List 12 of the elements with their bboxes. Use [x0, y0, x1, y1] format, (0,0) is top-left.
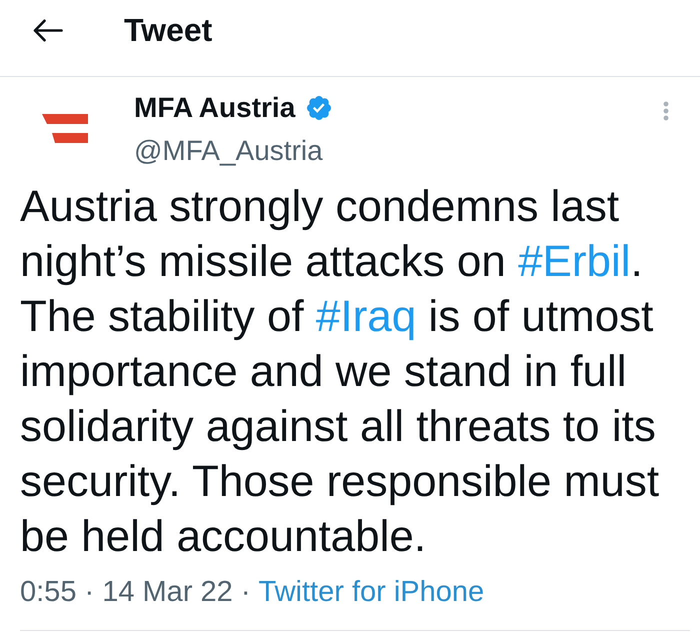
back-button[interactable]: [33, 18, 63, 42]
author-handle: @MFA_Austria: [134, 134, 324, 168]
source-link[interactable]: Twitter for iPhone: [258, 574, 484, 610]
hashtag-link[interactable]: #Iraq: [316, 292, 416, 341]
stripes-logo-icon: [42, 114, 88, 143]
tweet-timestamp: 0:55 · 14 Mar 22 ·: [20, 575, 250, 610]
tweet-text: Austria strongly condemns last night’s missile attacks on #Erbil. The stability of #Iraq is of utmost importance and we stand in full solidarity against all threats to its security. Those responsible must be held accountable.: [20, 181, 660, 563]
hashtag-link[interactable]: #Erbil: [518, 237, 631, 286]
more-vertical-icon: [663, 101, 669, 121]
page-title: Tweet: [124, 11, 212, 50]
author-name: MFA Austria: [134, 91, 296, 125]
back-icon: [33, 18, 63, 42]
